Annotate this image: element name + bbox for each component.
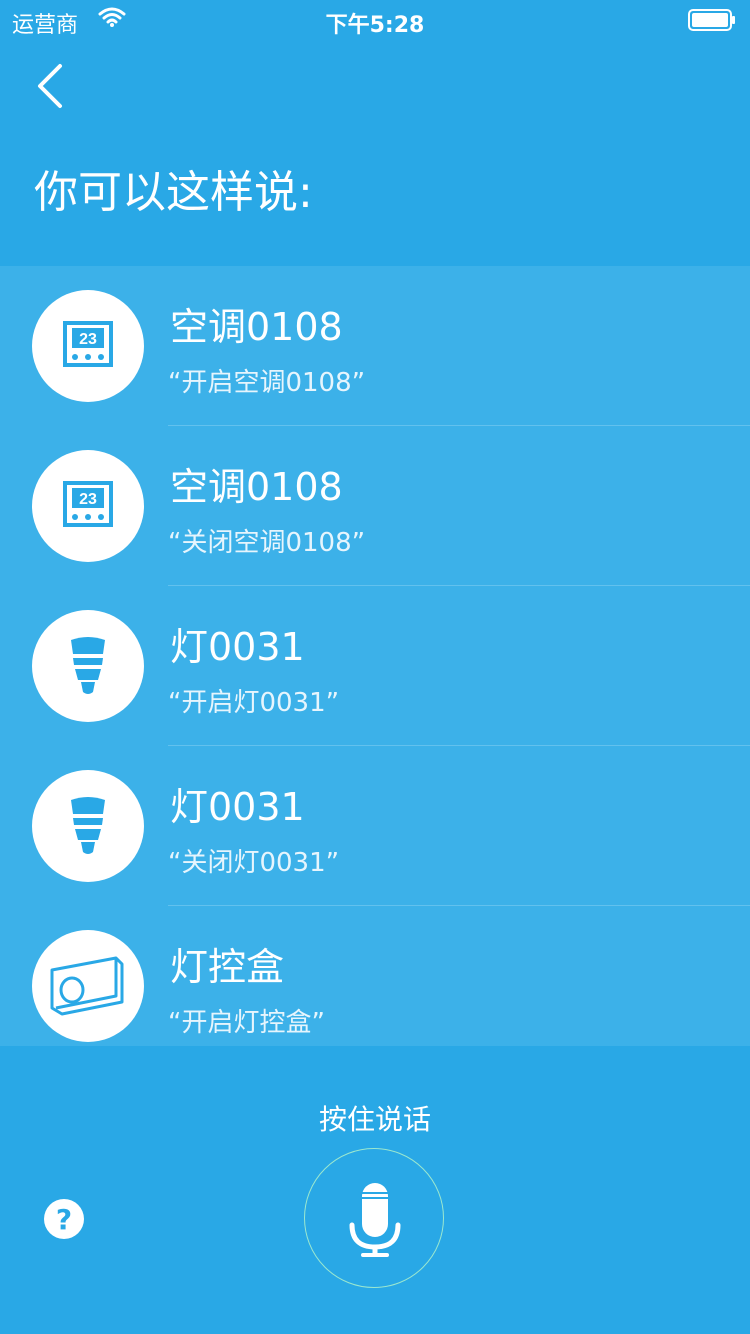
microphone-button[interactable] (304, 1148, 444, 1288)
device-avatar: 23 (32, 290, 144, 402)
bulb-icon (71, 637, 105, 694)
device-avatar (32, 770, 144, 882)
command-device-name: 空调0108 (170, 465, 343, 509)
help-button[interactable]: ? (44, 1199, 84, 1239)
battery-icon (688, 9, 735, 31)
status-bar: 运营商 下午5:28 (0, 0, 750, 40)
command-device-name: 灯控盒 (170, 945, 285, 989)
command-phrase: “关闭灯0031” (168, 848, 340, 878)
microphone-icon (349, 1183, 401, 1257)
command-device-name: 空调0108 (170, 305, 343, 349)
command-item-light-off[interactable]: 灯0031 “关闭灯0031” (0, 746, 750, 906)
status-time: 下午5:28 (325, 13, 425, 38)
page-title: 你可以这样说: (34, 167, 313, 218)
device-avatar: 23 (32, 450, 144, 562)
command-item-light-box-on[interactable]: 灯控盒 “开启灯控盒” (0, 906, 750, 1046)
command-device-name: 灯0031 (170, 625, 305, 669)
thermostat-icon: 23 (63, 481, 113, 527)
device-avatar (32, 610, 144, 722)
light-control-box-icon (50, 956, 124, 1016)
back-button[interactable] (28, 58, 78, 114)
help-question-icon: ? (55, 1202, 73, 1236)
bulb-icon (71, 797, 105, 854)
command-phrase: “开启灯控盒” (168, 1008, 325, 1038)
thermostat-display: 23 (79, 491, 97, 508)
command-phrase: “开启灯0031” (168, 688, 340, 718)
command-list: 23 空调0108 “开启空调0108” 23 空调0108 “关闭空调0108… (0, 266, 750, 1046)
command-item-ac-on[interactable]: 23 空调0108 “开启空调0108” (0, 266, 750, 426)
hold-to-talk-label: 按住说话 (318, 1103, 431, 1136)
device-avatar (32, 930, 144, 1042)
command-item-light-on[interactable]: 灯0031 “开启灯0031” (0, 586, 750, 746)
thermostat-display: 23 (79, 331, 97, 348)
thermostat-icon: 23 (63, 321, 113, 367)
command-item-ac-off[interactable]: 23 空调0108 “关闭空调0108” (0, 426, 750, 586)
command-phrase: “关闭空调0108” (168, 528, 366, 558)
chevron-left-icon (38, 64, 62, 108)
command-device-name: 灯0031 (170, 785, 305, 829)
command-phrase: “开启空调0108” (168, 368, 366, 398)
